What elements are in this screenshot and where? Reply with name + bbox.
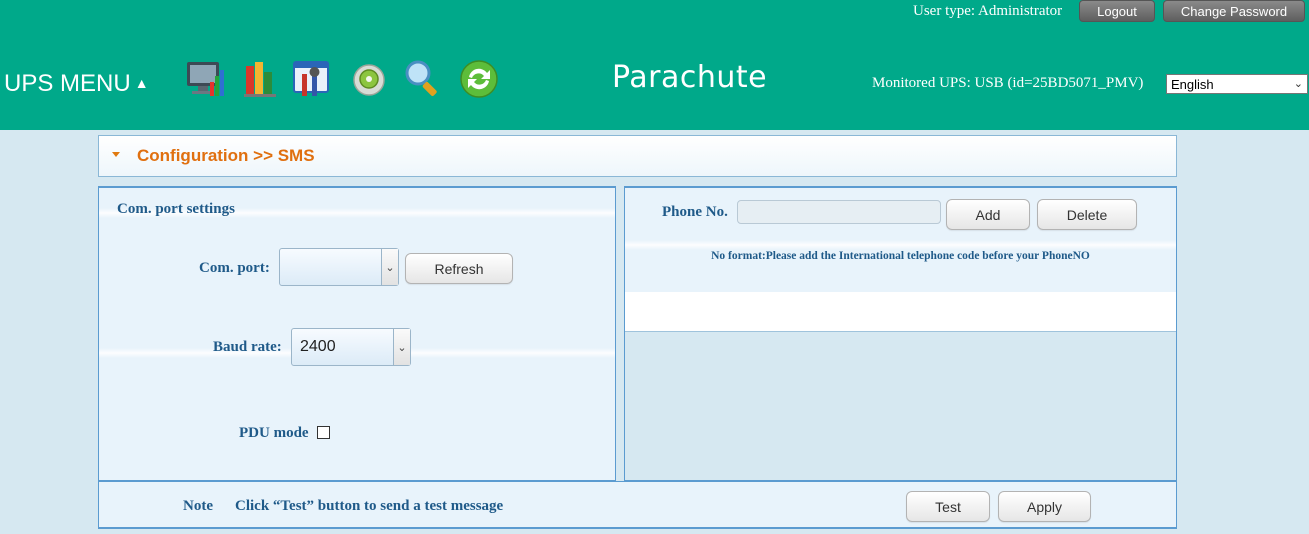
caret-down-icon — [112, 152, 120, 157]
com-port-label: Com. port: — [199, 260, 270, 276]
triangle-up-icon: ▲ — [134, 75, 149, 91]
phone-number-input[interactable] — [737, 200, 941, 224]
test-button[interactable]: Test — [906, 491, 990, 522]
phone-entry-area: Phone No. Add Delete No format:Please ad… — [625, 188, 1176, 292]
monitor-chart-icon[interactable] — [184, 58, 226, 100]
divider — [625, 240, 1176, 250]
note-text: Click “Test” button to send a test messa… — [235, 498, 504, 514]
settings-tools-icon[interactable] — [292, 58, 334, 100]
refresh-button[interactable]: Refresh — [405, 253, 513, 284]
baud-rate-label: Baud rate: — [213, 339, 282, 355]
chevron-down-icon: ⌄ — [1293, 78, 1303, 90]
com-port-settings-panel: Com. port settings Com. port: ⌄ Refresh … — [98, 186, 616, 481]
phone-format-note: No format:Please add the International t… — [711, 250, 1090, 262]
language-select[interactable]: English ⌄ — [1166, 74, 1308, 94]
phone-number-list[interactable] — [625, 292, 1176, 332]
magnifier-icon[interactable] — [402, 58, 444, 100]
ups-menu-label: UPS MENU — [4, 70, 131, 97]
note-label: Note — [183, 498, 213, 514]
delete-button[interactable]: Delete — [1037, 199, 1137, 230]
logout-button[interactable]: Logout — [1079, 0, 1155, 22]
language-select-value: English — [1171, 76, 1214, 92]
user-type-label: User type: Administrator — [913, 3, 1063, 19]
add-button[interactable]: Add — [946, 199, 1030, 230]
phone-number-panel: Phone No. Add Delete No format:Please ad… — [624, 186, 1177, 481]
chevron-down-icon: ⌄ — [393, 329, 410, 365]
com-port-select[interactable]: ⌄ — [279, 248, 399, 286]
monitored-ups-label: Monitored UPS: USB (id=25BD5071_PMV) — [872, 75, 1144, 91]
change-password-button[interactable]: Change Password — [1163, 0, 1305, 22]
com-port-settings-heading: Com. port settings — [117, 201, 235, 217]
bar-chart-icon[interactable] — [240, 58, 282, 100]
footer-bar: Note Click “Test” button to send a test … — [98, 481, 1177, 529]
pdu-mode-checkbox[interactable] — [317, 426, 330, 439]
baud-rate-select-value: 2400 — [300, 338, 336, 355]
baud-rate-select[interactable]: 2400 ⌄ — [291, 328, 411, 366]
apply-button[interactable]: Apply — [998, 491, 1091, 522]
ups-menu-toggle[interactable]: UPS MENU ▲ — [4, 70, 149, 98]
disc-icon[interactable] — [348, 58, 390, 100]
brand-name: Parachute — [612, 60, 768, 95]
refresh-icon[interactable] — [458, 58, 500, 100]
page-title-bar: Configuration >> SMS — [98, 135, 1177, 177]
pdu-mode-label: PDU mode — [239, 425, 309, 441]
phone-no-label: Phone No. — [662, 204, 728, 220]
page-title: Configuration >> SMS — [137, 146, 315, 165]
chevron-down-icon: ⌄ — [381, 249, 398, 285]
top-header: User type: Administrator Logout Change P… — [0, 0, 1309, 130]
